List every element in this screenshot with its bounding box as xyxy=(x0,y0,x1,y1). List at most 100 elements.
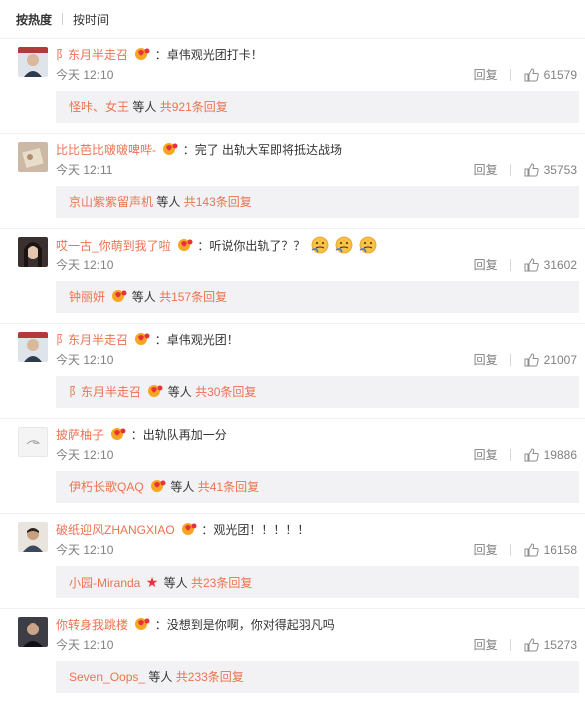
comment-text: ：听说你出轨了？？ xyxy=(197,239,306,253)
fan-badge-icon xyxy=(177,238,193,252)
doge-emoji-icon xyxy=(359,236,377,254)
comment-username[interactable]: 披萨柚子 xyxy=(56,428,104,442)
comment-time: 今天 12:10 xyxy=(56,543,114,557)
comment-actions: 回复 31602 xyxy=(474,257,577,273)
thumbs-up-icon[interactable] xyxy=(524,353,539,367)
sub-reply-etc: 等人 xyxy=(131,290,156,304)
comment-username[interactable]: 破纸迎风ZHANGXIAO xyxy=(56,523,175,537)
reply-button[interactable]: 回复 xyxy=(474,352,498,368)
comment-item: 比比芭比啵啵啤哔- ：完了 出轨大军即将抵达战场 今天 12:11 回复 357… xyxy=(0,134,585,229)
sub-reply-etc: 等人 xyxy=(163,576,188,590)
sub-replies-summary[interactable]: 怪咔、女王 等人 共921条回复 xyxy=(56,91,579,123)
sub-reply-total-link[interactable]: 共157条回复 xyxy=(159,290,227,304)
comment-line: 你转身我跳楼 ：没想到是你啊，你对得起羽凡吗 xyxy=(56,615,575,635)
comment-username[interactable]: 阝东月半走召 xyxy=(56,333,128,347)
comment-line: 破纸迎风ZHANGXIAO ：观光团！！！！！ xyxy=(56,520,575,540)
tab-sort-by-time[interactable]: 按时间 xyxy=(73,11,109,28)
sub-reply-total-link[interactable]: 共233条回复 xyxy=(176,670,244,684)
sub-reply-users[interactable]: 京山紫紫留声机 xyxy=(69,195,153,209)
comment-text: ：观光团！！！！！ xyxy=(201,523,310,537)
comment-text: ：完了 出轨大军即将抵达战场 xyxy=(182,143,343,157)
comment-username[interactable]: 阝东月半走召 xyxy=(56,48,128,62)
sub-replies-summary[interactable]: 钟丽妍 等人 共157条回复 xyxy=(56,281,579,313)
like-count: 16158 xyxy=(543,543,577,557)
comment-text: ：卓伟观光团打卡！ xyxy=(154,48,263,62)
sub-reply-users[interactable]: 怪咔、女王 xyxy=(69,100,129,114)
sub-replies-summary[interactable]: 阝东月半走召 等人 共30条回复 xyxy=(56,376,579,408)
like-count: 19886 xyxy=(543,448,577,462)
comment-line: 披萨柚子 ：出轨队再加一分 xyxy=(56,425,575,445)
like-count: 31602 xyxy=(543,258,577,272)
avatar[interactable] xyxy=(18,237,48,267)
sub-reply-users[interactable]: 小园-Miranda xyxy=(69,576,140,590)
action-divider xyxy=(509,449,511,461)
thumbs-up-icon[interactable] xyxy=(524,638,539,652)
sub-reply-etc: 等人 xyxy=(156,195,181,209)
comment-line: 阝东月半走召 ：卓伟观光团！ xyxy=(56,330,575,350)
sub-replies-summary[interactable]: 伊朽长歌QAQ 等人 共41条回复 xyxy=(56,471,579,503)
sub-reply-users[interactable]: 阝东月半走召 xyxy=(69,385,141,399)
comment-username[interactable]: 比比芭比啵啵啤哔- xyxy=(56,143,156,157)
thumbs-up-icon[interactable] xyxy=(524,258,539,272)
comment-item: 破纸迎风ZHANGXIAO ：观光团！！！！！ 今天 12:10 回复 1615… xyxy=(0,514,585,609)
sub-replies-summary[interactable]: 京山紫紫留声机 等人 共143条回复 xyxy=(56,186,579,218)
avatar[interactable] xyxy=(18,427,48,457)
comment-username[interactable]: 你转身我跳楼 xyxy=(56,618,128,632)
avatar[interactable] xyxy=(18,617,48,647)
sub-reply-total-link[interactable]: 共30条回复 xyxy=(195,385,256,399)
reply-button[interactable]: 回复 xyxy=(474,162,498,178)
fan-badge-icon xyxy=(134,332,150,346)
sub-reply-etc: 等人 xyxy=(167,385,192,399)
comment-actions: 回复 61579 xyxy=(474,67,577,83)
comment-time: 今天 12:10 xyxy=(56,68,114,82)
comment-line: 阝东月半走召 ：卓伟观光团打卡！ xyxy=(56,45,575,65)
fan-badge-icon xyxy=(147,378,163,397)
comment-time: 今天 12:11 xyxy=(56,163,113,177)
comment-item: 你转身我跳楼 ：没想到是你啊，你对得起羽凡吗 今天 12:10 回复 15273… xyxy=(0,609,585,703)
thumbs-up-icon[interactable] xyxy=(524,448,539,462)
comment-time: 今天 12:10 xyxy=(56,258,114,272)
doge-emoji-icon xyxy=(335,236,353,254)
comment-text: ：没想到是你啊，你对得起羽凡吗 xyxy=(154,618,335,632)
sub-reply-users[interactable]: 钟丽妍 xyxy=(69,290,105,304)
reply-button[interactable]: 回复 xyxy=(474,257,498,273)
reply-button[interactable]: 回复 xyxy=(474,637,498,653)
sub-reply-total-link[interactable]: 共143条回复 xyxy=(184,195,252,209)
reply-button[interactable]: 回复 xyxy=(474,67,498,83)
fan-badge-icon xyxy=(134,617,150,631)
comment-item: 哎一古_你萌到我了啦 ：听说你出轨了？？ 今天 12:10 回复 31602 钟… xyxy=(0,229,585,324)
tab-sort-by-hot[interactable]: 按热度 xyxy=(16,11,52,28)
comment-actions: 回复 19886 xyxy=(474,447,577,463)
action-divider xyxy=(509,639,511,651)
reply-button[interactable]: 回复 xyxy=(474,447,498,463)
action-divider xyxy=(509,69,511,81)
sub-reply-users[interactable]: Seven_Oops_ xyxy=(69,670,145,684)
sub-reply-total-link[interactable]: 共41条回复 xyxy=(198,480,259,494)
comment-item: 阝东月半走召 ：卓伟观光团！ 今天 12:10 回复 21007 阝东月半走召 … xyxy=(0,324,585,419)
sub-reply-etc: 等人 xyxy=(148,670,173,684)
avatar[interactable] xyxy=(18,332,48,362)
sub-replies-summary[interactable]: Seven_Oops_ 等人 共233条回复 xyxy=(56,661,579,693)
thumbs-up-icon[interactable] xyxy=(524,68,539,82)
sub-reply-total-link[interactable]: 共921条回复 xyxy=(160,100,228,114)
comment-time: 今天 12:10 xyxy=(56,353,114,367)
sub-reply-users[interactable]: 伊朽长歌QAQ xyxy=(69,480,144,494)
sub-reply-total-link[interactable]: 共23条回复 xyxy=(191,576,252,590)
avatar[interactable] xyxy=(18,47,48,77)
fan-badge-icon xyxy=(134,47,150,61)
comment-username[interactable]: 哎一古_你萌到我了啦 xyxy=(56,239,171,253)
fan-badge-icon xyxy=(181,522,197,536)
fan-badge-icon xyxy=(162,142,178,156)
avatar[interactable] xyxy=(18,142,48,172)
thumbs-up-icon[interactable] xyxy=(524,163,539,177)
comment-item: 阝东月半走召 ：卓伟观光团打卡！ 今天 12:10 回复 61579 怪咔、女王… xyxy=(0,39,585,134)
sub-replies-summary[interactable]: 小园-Miranda ★ 等人 共23条回复 xyxy=(56,566,579,598)
comment-actions: 回复 16158 xyxy=(474,542,577,558)
reply-button[interactable]: 回复 xyxy=(474,542,498,558)
doge-emoji-icon xyxy=(311,236,329,254)
thumbs-up-icon[interactable] xyxy=(524,543,539,557)
like-count: 21007 xyxy=(543,353,577,367)
action-divider xyxy=(509,544,511,556)
avatar[interactable] xyxy=(18,522,48,552)
like-count: 35753 xyxy=(543,163,577,177)
